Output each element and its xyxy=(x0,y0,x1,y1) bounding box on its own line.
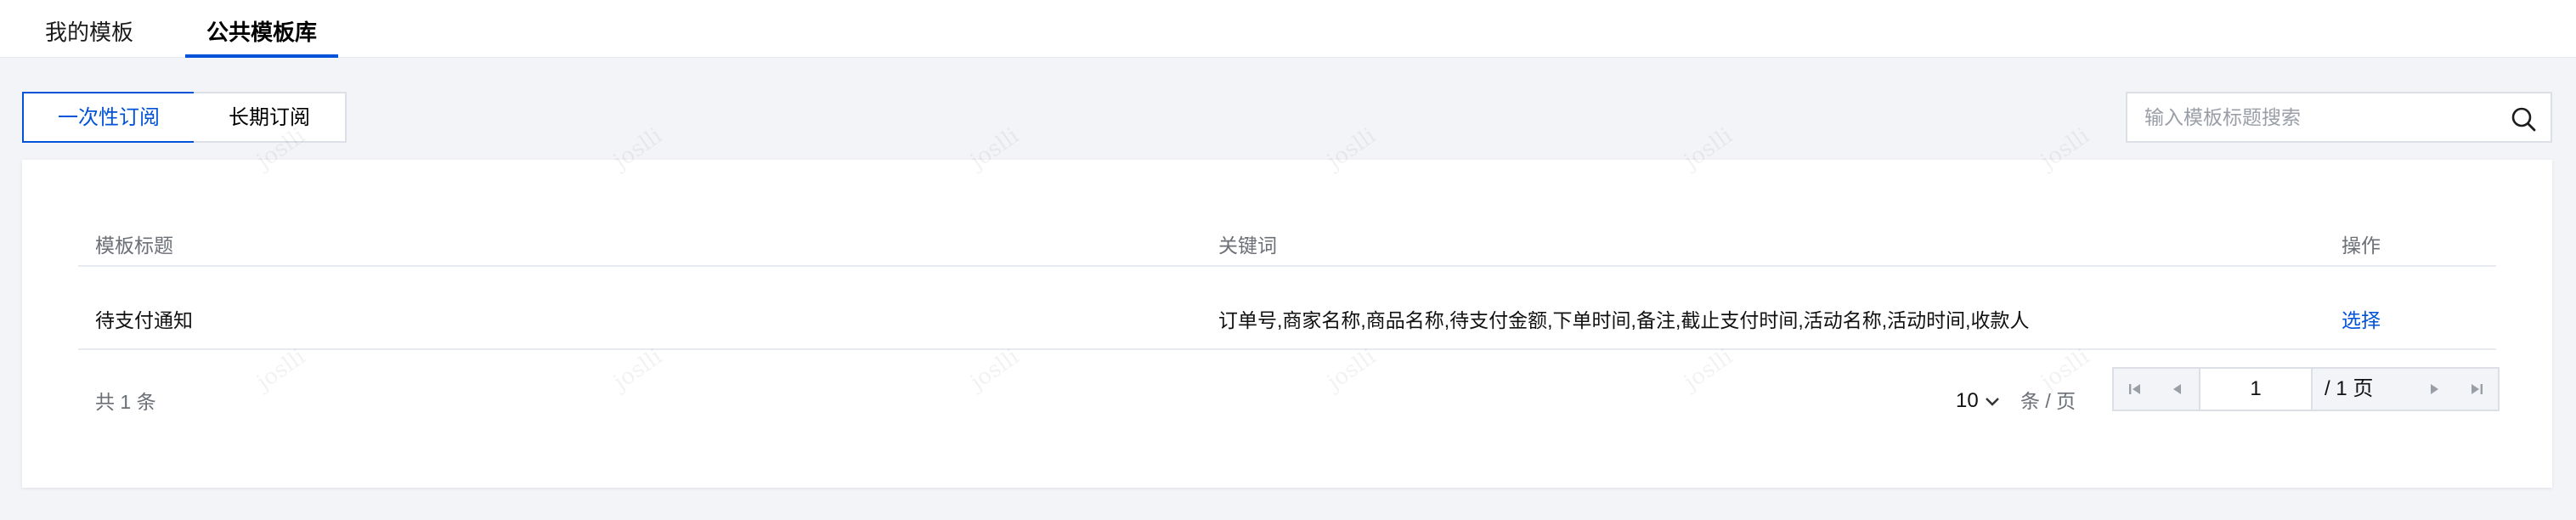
row-title: 待支付通知 xyxy=(95,309,193,331)
row-keywords: 订单号,商家名称,商品名称,待支付金额,下单时间,备注,截止支付时间,活动名称,… xyxy=(1218,309,2030,331)
total-pages: / 1 页 xyxy=(2325,377,2374,400)
row-divider xyxy=(78,348,2496,350)
total-count: 共 1 条 xyxy=(95,391,156,413)
prev-page-icon xyxy=(2173,384,2181,394)
tab-public-template-library[interactable]: 公共模板库 xyxy=(185,0,338,58)
page-size-select[interactable]: 10 xyxy=(1956,384,2001,418)
page-size-value: 10 xyxy=(1956,389,1979,412)
select-template-link[interactable]: 选择 xyxy=(2342,308,2381,333)
last-page-button[interactable] xyxy=(2455,369,2498,410)
tab-my-templates[interactable]: 我的模板 xyxy=(39,0,139,58)
template-table-card: 模板标题 关键词 操作 待支付通知 订单号,商家名称,商品名称,待支付金额,下单… xyxy=(22,160,2552,488)
first-page-icon xyxy=(2129,384,2140,394)
next-page-icon xyxy=(2431,384,2438,394)
next-page-button[interactable] xyxy=(2413,369,2455,410)
per-page-label: 条 / 页 xyxy=(2020,390,2076,412)
search-icon[interactable] xyxy=(2510,105,2537,133)
header-divider xyxy=(78,265,2496,267)
search-box xyxy=(2126,92,2552,143)
search-input[interactable] xyxy=(2144,100,2484,134)
subtab-one-time-subscription[interactable]: 一次性订阅 xyxy=(22,92,195,143)
chevron-down-icon xyxy=(1985,397,1999,406)
last-page-icon xyxy=(2471,384,2483,394)
first-page-button[interactable] xyxy=(2114,369,2156,410)
pager: 1 / 1 页 xyxy=(2112,367,2500,411)
subtab-long-term-subscription[interactable]: 长期订阅 xyxy=(194,92,347,143)
column-header-title: 模板标题 xyxy=(95,235,173,257)
page-number-input[interactable]: 1 xyxy=(2199,369,2313,410)
column-header-action: 操作 xyxy=(2342,235,2381,257)
top-tab-bar: 我的模板 公共模板库 xyxy=(0,0,2576,58)
column-header-keywords: 关键词 xyxy=(1218,235,1277,257)
prev-page-button[interactable] xyxy=(2156,369,2199,410)
